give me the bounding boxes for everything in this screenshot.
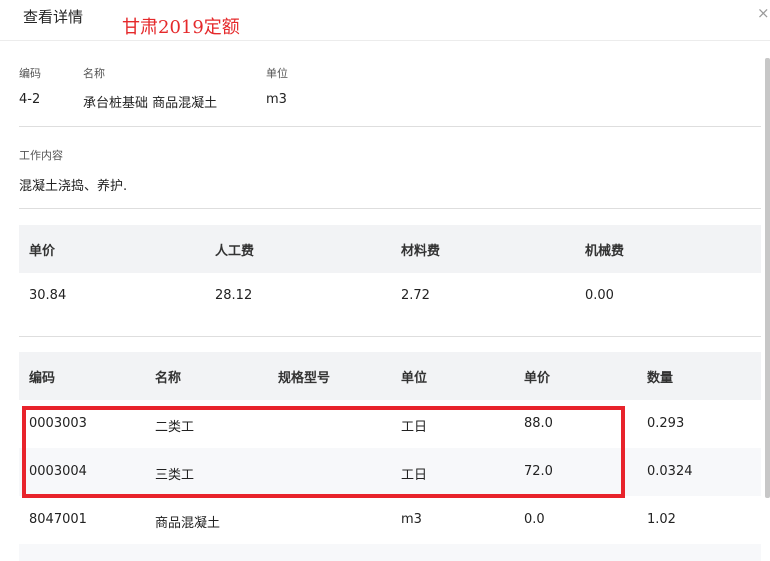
unit-value: m3 xyxy=(266,92,287,107)
cell-price: 0.0 xyxy=(524,512,545,527)
modal-header: 查看详情 甘肃2019定额 × xyxy=(0,0,770,41)
annotation-text: 甘肃2019定额 xyxy=(122,17,240,38)
cell-name: 商品混凝土 xyxy=(155,516,221,531)
resource-header-price: 单价 xyxy=(524,371,551,386)
cell-unit: 工日 xyxy=(401,420,428,435)
cell-qty: 1.02 xyxy=(647,512,676,527)
divider xyxy=(19,208,761,209)
scrollbar[interactable] xyxy=(765,58,770,498)
divider xyxy=(19,126,761,127)
summary-machine: 0.00 xyxy=(585,288,614,303)
name-value: 承台桩基础 商品混凝土 xyxy=(83,96,218,111)
code-label: 编码 xyxy=(19,67,41,80)
resource-header-name: 名称 xyxy=(155,371,182,386)
cell-code: 0003003 xyxy=(29,416,87,431)
resource-header-code: 编码 xyxy=(29,371,56,386)
cell-unit: m3 xyxy=(401,512,422,527)
modal-title: 查看详情 xyxy=(23,8,84,26)
cell-name: 二类工 xyxy=(155,420,195,435)
table-row: 8047001 商品混凝土 m3 0.0 1.02 xyxy=(19,496,761,544)
summary-material: 2.72 xyxy=(401,288,430,303)
cell-qty: 0.0324 xyxy=(647,464,693,479)
resource-header-unit: 单位 xyxy=(401,371,428,386)
code-value: 4-2 xyxy=(19,92,41,107)
cell-price: 88.0 xyxy=(524,416,553,431)
cell-unit: 工日 xyxy=(401,468,428,483)
work-content-label: 工作内容 xyxy=(19,149,63,162)
unit-label: 单位 xyxy=(266,67,288,80)
resource-header-spec: 规格型号 xyxy=(278,371,331,386)
cell-qty: 0.293 xyxy=(647,416,685,431)
resource-table-header: 编码 名称 规格型号 单位 单价 数量 xyxy=(19,352,761,400)
summary-unit-price: 30.84 xyxy=(29,288,67,303)
summary-header-unit-price: 单价 xyxy=(29,244,56,259)
table-row: 0003003 二类工 工日 88.0 0.293 xyxy=(19,400,761,448)
cell-code: 0003004 xyxy=(29,464,87,479)
name-label: 名称 xyxy=(83,67,105,80)
summary-header-material: 材料费 xyxy=(401,244,441,259)
work-content-value: 混凝土浇捣、养护. xyxy=(19,179,128,194)
table-row xyxy=(19,544,761,561)
cell-name: 三类工 xyxy=(155,468,195,483)
table-row: 0003004 三类工 工日 72.0 0.0324 xyxy=(19,448,761,496)
summary-labor: 28.12 xyxy=(215,288,253,303)
resource-header-qty: 数量 xyxy=(647,371,674,386)
close-icon[interactable]: × xyxy=(757,4,770,22)
summary-table-header: 单价 人工费 材料费 机械费 xyxy=(19,225,761,273)
summary-header-machine: 机械费 xyxy=(585,244,625,259)
cell-code: 8047001 xyxy=(29,512,87,527)
cell-price: 72.0 xyxy=(524,464,553,479)
summary-header-labor: 人工费 xyxy=(215,244,255,259)
divider xyxy=(19,336,761,337)
